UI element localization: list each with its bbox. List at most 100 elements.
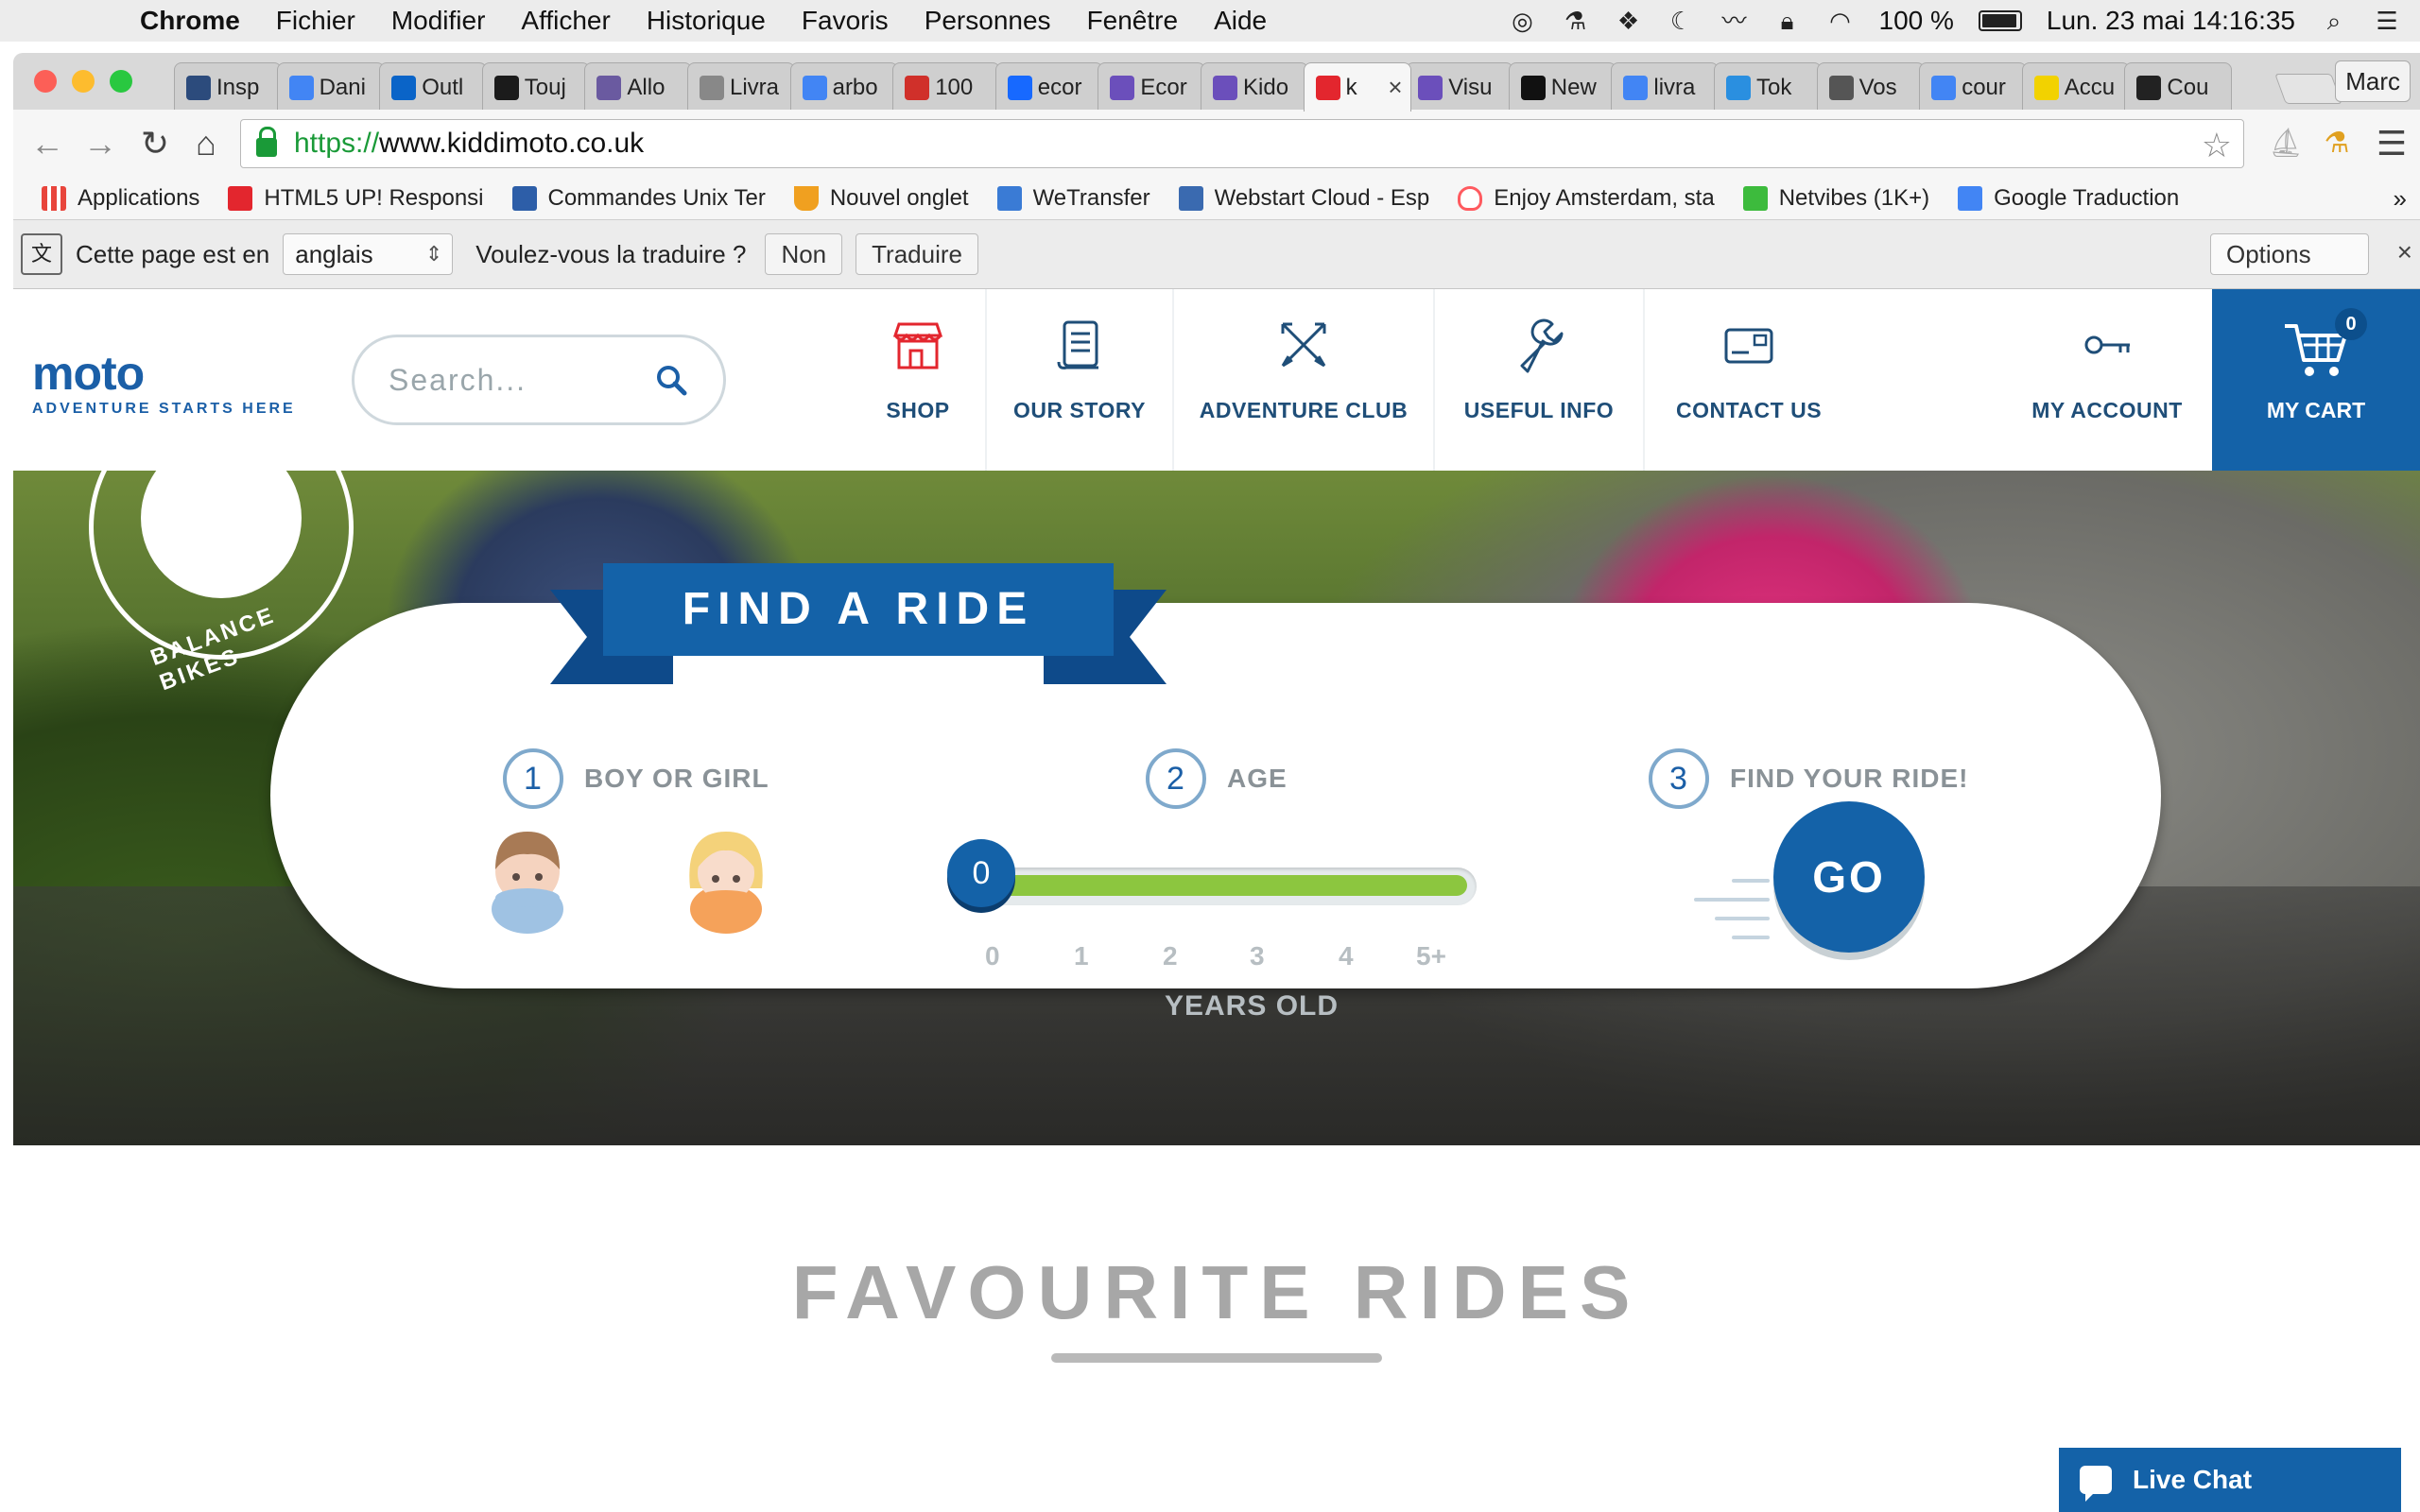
search-icon[interactable] bbox=[655, 364, 687, 404]
browser-tab[interactable]: Livra bbox=[687, 62, 795, 112]
chrome-menu-icon[interactable]: ☰ bbox=[2371, 123, 2412, 164]
age-slider[interactable]: 0 bbox=[947, 839, 1477, 907]
extension-flask-icon[interactable]: ⚗ bbox=[2316, 123, 2358, 164]
menu-app-name[interactable]: Chrome bbox=[140, 6, 240, 36]
no-button[interactable]: Non bbox=[765, 233, 843, 275]
zoom-window-button[interactable] bbox=[110, 70, 132, 93]
browser-tab[interactable]: Ecor bbox=[1098, 62, 1206, 112]
tab-strip: Insp Dani Outl Touj Allo Livra arbo 100 ecor Ecor… bbox=[13, 53, 2420, 112]
nav-contact-us-label: CONTACT US bbox=[1675, 398, 1823, 422]
browser-tab[interactable]: 100 bbox=[892, 62, 1001, 112]
nav-my-account[interactable]: MY ACCOUNT bbox=[2002, 289, 2212, 471]
bookmarks-overflow-icon[interactable]: » bbox=[2394, 184, 2407, 214]
go-button[interactable]: GO bbox=[1773, 801, 1925, 953]
menu-personnes[interactable]: Personnes bbox=[925, 6, 1051, 36]
bookmark-html5up[interactable]: HTML5 UP! Responsi bbox=[228, 185, 484, 212]
dropbox-icon[interactable]: ❖ bbox=[1615, 7, 1643, 35]
browser-tab[interactable]: Kido bbox=[1201, 62, 1308, 112]
balance-bikes-badge[interactable]: BALANCE BIKES bbox=[89, 471, 354, 696]
bookmark-new-tab[interactable]: Nouvel onglet bbox=[793, 185, 969, 212]
menu-fichier[interactable]: Fichier bbox=[276, 6, 355, 36]
age-tick[interactable]: 2 bbox=[1163, 941, 1178, 971]
translate-button[interactable]: Traduire bbox=[856, 233, 978, 275]
bookmark-google-translate[interactable]: Google Traduction bbox=[1958, 185, 2179, 212]
menu-historique[interactable]: Historique bbox=[647, 6, 766, 36]
nav-useful-info[interactable]: USEFUL INFO bbox=[1433, 289, 1643, 471]
age-tick[interactable]: 1 bbox=[1074, 941, 1089, 971]
lock-icon[interactable]: 🔒︎ bbox=[1773, 7, 1802, 35]
menu-modifier[interactable]: Modifier bbox=[391, 6, 486, 36]
bookmark-applications[interactable]: Applications bbox=[42, 185, 199, 212]
bookmark-airbnb[interactable]: Enjoy Amsterdam, sta bbox=[1458, 185, 1715, 212]
language-select[interactable]: anglais bbox=[283, 233, 454, 275]
boy-avatar-icon[interactable] bbox=[480, 822, 575, 936]
battery-icon[interactable] bbox=[1978, 10, 2022, 31]
nav-shop[interactable]: SHOP bbox=[851, 289, 985, 471]
bookmark-unix[interactable]: Commandes Unix Ter bbox=[511, 185, 766, 212]
live-chat-button[interactable]: Live Chat bbox=[2059, 1448, 2401, 1512]
tab-title: Kido bbox=[1243, 74, 1289, 100]
key-icon bbox=[2084, 335, 2130, 354]
browser-tab[interactable]: Tok bbox=[1714, 62, 1822, 112]
minimize-window-button[interactable] bbox=[72, 70, 95, 93]
browser-tab[interactable]: Accu bbox=[2021, 62, 2130, 112]
reload-icon[interactable]: ↻ bbox=[134, 123, 176, 164]
age-tick[interactable]: 3 bbox=[1250, 941, 1265, 971]
activity-icon[interactable]: 〰 bbox=[1720, 7, 1749, 35]
browser-tab[interactable]: Outl bbox=[379, 62, 488, 112]
creative-cloud-icon[interactable]: ◎ bbox=[1509, 7, 1537, 35]
bookmark-star-icon[interactable]: ☆ bbox=[2202, 126, 2232, 165]
girl-avatar-icon[interactable] bbox=[679, 822, 773, 936]
kiddimoto-logo[interactable]: kiddimoto ADVENTURE STARTS HERE bbox=[32, 348, 296, 682]
browser-tab[interactable]: arbo bbox=[789, 62, 898, 112]
spotlight-search-icon[interactable]: ⌕ bbox=[2320, 7, 2348, 35]
bookmark-webstart[interactable]: Webstart Cloud - Esp bbox=[1178, 185, 1429, 212]
nav-adventure-club[interactable]: ADVENTURE CLUB bbox=[1172, 289, 1433, 471]
forward-arrow-icon[interactable]: → bbox=[79, 123, 121, 164]
browser-tab[interactable]: Insp bbox=[174, 62, 282, 112]
close-translate-icon[interactable]: × bbox=[2397, 237, 2412, 267]
browser-tab[interactable]: cour bbox=[1919, 62, 2028, 112]
browser-tab[interactable]: Touj bbox=[481, 62, 590, 112]
address-bar[interactable]: https:// www.kiddimoto.co.uk ☆ bbox=[240, 119, 2244, 168]
options-dropdown[interactable]: Options bbox=[2210, 233, 2369, 275]
menu-aide[interactable]: Aide bbox=[1214, 6, 1267, 36]
close-tab-icon[interactable]: × bbox=[1388, 73, 1402, 102]
moon-icon[interactable]: ☾ bbox=[1668, 7, 1696, 35]
browser-tab[interactable]: New bbox=[1508, 62, 1616, 112]
age-tick[interactable]: 5+ bbox=[1416, 941, 1446, 971]
menu-afficher[interactable]: Afficher bbox=[521, 6, 610, 36]
home-icon[interactable]: ⌂ bbox=[185, 123, 227, 164]
close-window-button[interactable] bbox=[34, 70, 57, 93]
bookmark-wetransfer[interactable]: WeTransfer bbox=[996, 185, 1150, 212]
url-host: www.kiddimoto.co.uk bbox=[379, 128, 645, 159]
bookmark-netvibes[interactable]: Netvibes (1K+) bbox=[1742, 185, 1929, 212]
new-tab-button[interactable] bbox=[2274, 74, 2342, 104]
browser-tab[interactable]: Dani bbox=[276, 62, 385, 112]
browser-tab[interactable]: livra bbox=[1611, 62, 1720, 112]
notification-list-icon[interactable]: ☰ bbox=[2373, 7, 2401, 35]
flask-icon[interactable]: ⚗ bbox=[1562, 7, 1590, 35]
age-tick[interactable]: 4 bbox=[1339, 941, 1354, 971]
browser-tab[interactable]: Allo bbox=[584, 62, 693, 112]
age-tick[interactable]: 0 bbox=[985, 941, 1000, 971]
browser-tab[interactable]: ecor bbox=[994, 62, 1103, 112]
nav-our-story[interactable]: OUR STORY bbox=[985, 289, 1172, 471]
back-arrow-icon[interactable]: ← bbox=[26, 123, 68, 164]
nav-my-cart[interactable]: 0 MY CART bbox=[2212, 289, 2420, 471]
menu-favoris[interactable]: Favoris bbox=[802, 6, 889, 36]
clock[interactable]: Lun. 23 mai 14:16:35 bbox=[2047, 6, 2295, 36]
wifi-icon[interactable]: ◠ bbox=[1826, 7, 1855, 35]
extension-boat-icon[interactable]: ⛵︎ bbox=[2265, 123, 2307, 164]
age-slider-handle[interactable]: 0 bbox=[947, 839, 1015, 907]
search-input[interactable]: Search... bbox=[389, 363, 527, 398]
step-boy-or-girl: 1 BOY OR GIRL bbox=[503, 748, 769, 809]
browser-tab[interactable]: Visu bbox=[1406, 62, 1514, 112]
search-box[interactable]: Search... bbox=[352, 335, 726, 425]
browser-tab[interactable]: Cou bbox=[2124, 62, 2233, 112]
browser-tab[interactable]: Vos bbox=[1816, 62, 1925, 112]
nav-contact-us[interactable]: CONTACT US bbox=[1643, 289, 1853, 471]
menu-fenetre[interactable]: Fenêtre bbox=[1087, 6, 1179, 36]
browser-tab[interactable]: k × bbox=[1303, 62, 1411, 112]
profile-button[interactable]: Marc bbox=[2335, 60, 2411, 102]
